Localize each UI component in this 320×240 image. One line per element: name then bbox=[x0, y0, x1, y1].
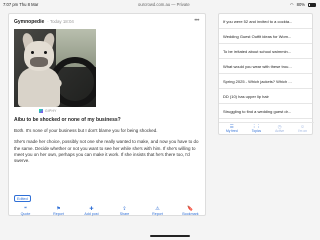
thread-title: DD (10) has upper lip hair bbox=[223, 93, 269, 99]
share-button[interactable]: ⇪ Share bbox=[111, 207, 139, 217]
nav-label: I'm on bbox=[298, 129, 307, 133]
post-paragraph: Both. It's none of your business but I d… bbox=[14, 128, 158, 133]
post-action-bar: ❝ Quote ⚑ Report ✚ Add post ⇪ Share ⚠ Re… bbox=[9, 206, 207, 217]
giphy-label: GIPHY bbox=[45, 109, 57, 113]
home-indicator[interactable] bbox=[150, 235, 190, 237]
thread-title: If you were 52 and invited to a cockta..… bbox=[223, 18, 293, 24]
battery-percent: 80% bbox=[296, 2, 305, 7]
bookmark-label: Bookmark bbox=[182, 212, 199, 216]
list-item[interactable]: To be irritated about school swimmin... bbox=[219, 44, 312, 59]
quote-label: Quote bbox=[20, 212, 31, 216]
nav-my-feed[interactable]: ☰ My feed bbox=[226, 124, 238, 133]
bottom-nav: ☰ My feed ⋮⋮ Topics ◷ Active ☺ I'm on bbox=[219, 122, 314, 134]
list-item[interactable]: DD (10) has upper lip hair bbox=[219, 89, 312, 104]
post-gif-image[interactable] bbox=[14, 29, 96, 107]
list-item[interactable]: If you were 52 and invited to a cockta..… bbox=[219, 14, 312, 29]
post-body: Both. It's none of your business but I d… bbox=[14, 128, 204, 169]
nav-label: Active bbox=[275, 129, 285, 133]
thread-title: Struggling to find a wedding guest dr... bbox=[223, 108, 292, 114]
report-button[interactable]: ⚑ Report bbox=[45, 207, 73, 217]
edited-badge: Edited bbox=[14, 195, 31, 202]
gif-dog-eye bbox=[31, 51, 34, 54]
thread-title: To be irritated about school swimmin... bbox=[223, 48, 292, 54]
bookmark-button[interactable]: 🔖 Bookmark bbox=[177, 207, 205, 217]
share-label: Share bbox=[119, 212, 130, 216]
report-label: Report bbox=[53, 212, 64, 216]
battery-icon bbox=[308, 2, 316, 7]
post-timestamp: · Today 18:04 bbox=[47, 19, 74, 24]
list-item[interactable]: Struggling to find a wedding guest dr... bbox=[219, 104, 312, 119]
list-item[interactable]: Wedding Guest Outfit ideas for Wom... bbox=[219, 29, 312, 44]
list-item[interactable]: Spring 2025 - Which jackets? Which ... bbox=[219, 74, 312, 89]
status-indicators: ◠ 80% bbox=[290, 2, 316, 7]
address-bar[interactable]: ourcrowd.com.au — Private bbox=[138, 2, 190, 7]
thread-title: Wedding Guest Outfit ideas for Wom... bbox=[223, 33, 292, 39]
post-title: Aibu to be shocked or none of my busines… bbox=[14, 117, 121, 123]
gif-dog-eye bbox=[44, 51, 47, 54]
nav-im-on[interactable]: ☺ I'm on bbox=[298, 124, 307, 133]
report-post-button[interactable]: ⚠ Report bbox=[144, 207, 172, 217]
more-options-icon[interactable]: ••• bbox=[194, 18, 199, 24]
post-paragraph: She's made her choice, possibly not one … bbox=[14, 139, 199, 164]
add-post-label: Add post bbox=[84, 212, 99, 216]
nav-label: My feed bbox=[226, 129, 238, 133]
list-item[interactable]: What would you wear with these trou... bbox=[219, 59, 312, 74]
related-threads-panel: If you were 52 and invited to a cockta..… bbox=[218, 13, 314, 135]
report-post-label: Report bbox=[152, 212, 163, 216]
post-card: Gymnopedie · Today 18:04 ••• GIPHY Aibu … bbox=[8, 13, 206, 216]
post-header: Gymnopedie · Today 18:04 bbox=[14, 19, 74, 25]
nav-active[interactable]: ◷ Active bbox=[275, 124, 284, 133]
status-bar: 7:07 pm Thu 8 Mar ourcrowd.com.au — Priv… bbox=[0, 0, 320, 9]
giphy-credit: GIPHY bbox=[39, 109, 57, 113]
status-time: 7:07 pm Thu 8 Mar bbox=[3, 2, 39, 7]
nav-label: Topics bbox=[251, 129, 262, 133]
nav-topics[interactable]: ⋮⋮ Topics bbox=[252, 124, 261, 133]
wifi-icon: ◠ bbox=[289, 2, 294, 7]
quote-button[interactable]: ❝ Quote bbox=[12, 207, 40, 217]
giphy-icon bbox=[39, 109, 43, 113]
add-post-button[interactable]: ✚ Add post bbox=[78, 207, 106, 217]
thread-title: Spring 2025 - Which jackets? Which ... bbox=[223, 78, 292, 84]
post-username[interactable]: Gymnopedie bbox=[14, 19, 44, 25]
gif-dog-snout bbox=[30, 57, 48, 67]
thread-title: What would you wear with these trou... bbox=[223, 63, 292, 69]
